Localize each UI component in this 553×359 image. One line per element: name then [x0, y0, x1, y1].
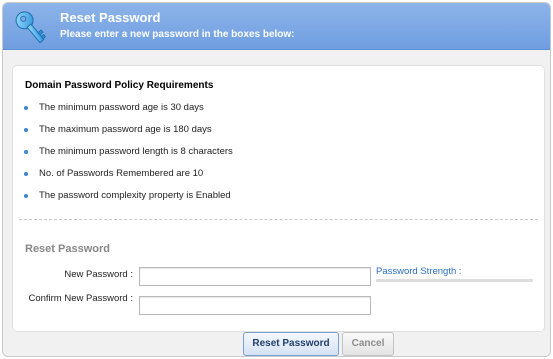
policy-item-label: The maximum password age is 180 days: [39, 124, 212, 135]
dialog-title: Reset Password: [60, 10, 161, 25]
policy-item: No. of Passwords Remembered are 10: [24, 168, 233, 190]
section-divider: [19, 219, 538, 220]
dialog-subtitle: Please enter a new password in the boxes…: [60, 29, 295, 40]
key-icon: [10, 7, 52, 49]
new-password-input[interactable]: [139, 267, 371, 286]
content-panel: Domain Password Policy Requirements The …: [12, 65, 545, 332]
reset-section-title: Reset Password: [25, 243, 110, 255]
confirm-password-input[interactable]: [139, 296, 371, 315]
reset-password-dialog: Reset Password Please enter a new passwo…: [2, 2, 551, 357]
bullet-icon: [24, 106, 28, 110]
policy-item-label: The password complexity property is Enab…: [39, 190, 231, 201]
bullet-icon: [24, 172, 28, 176]
policy-title: Domain Password Policy Requirements: [25, 80, 214, 91]
cancel-button[interactable]: Cancel: [342, 332, 394, 356]
policy-item: The minimum password length is 8 charact…: [24, 146, 233, 168]
bullet-icon: [24, 150, 28, 154]
reset-password-button[interactable]: Reset Password: [243, 332, 339, 356]
password-strength-bar: [376, 279, 533, 282]
dialog-header: Reset Password Please enter a new passwo…: [3, 3, 550, 50]
password-strength-label: Password Strength :: [376, 266, 462, 277]
bullet-icon: [24, 128, 28, 132]
policy-list: The minimum password age is 30 days The …: [24, 102, 233, 212]
new-password-label: New Password :: [64, 269, 133, 280]
policy-item: The maximum password age is 180 days: [24, 124, 233, 146]
policy-item-label: The minimum password length is 8 charact…: [39, 146, 233, 157]
policy-item-label: No. of Passwords Remembered are 10: [39, 168, 204, 179]
policy-item: The minimum password age is 30 days: [24, 102, 233, 124]
bullet-icon: [24, 194, 28, 198]
policy-item-label: The minimum password age is 30 days: [39, 102, 204, 113]
policy-item: The password complexity property is Enab…: [24, 190, 233, 212]
confirm-password-label: Confirm New Password :: [28, 293, 133, 304]
